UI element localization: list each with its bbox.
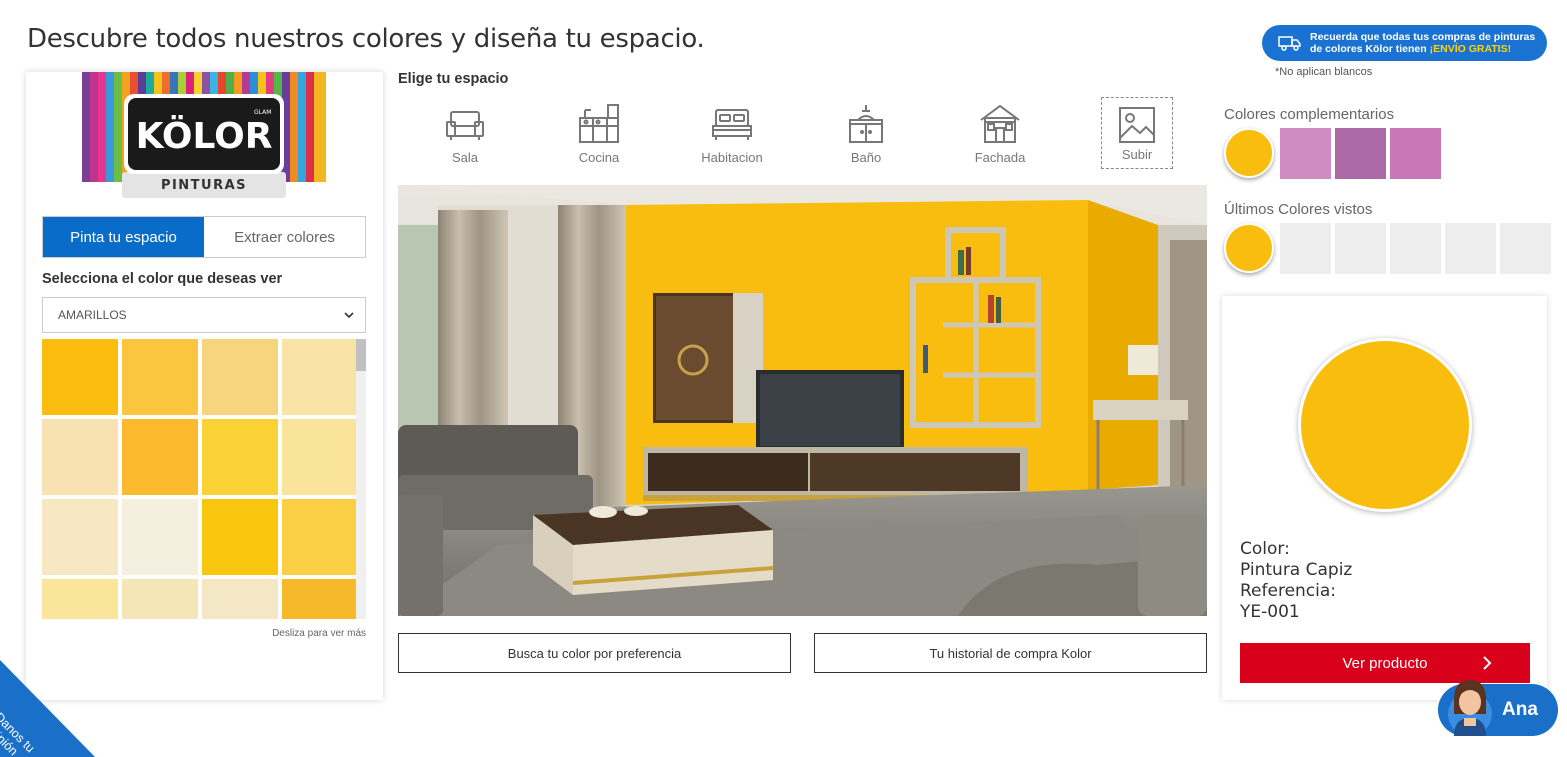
room-preview xyxy=(398,185,1207,616)
color-swatch[interactable] xyxy=(282,339,356,415)
assistant-ana-button[interactable]: Ana xyxy=(1438,680,1558,736)
color-swatch[interactable] xyxy=(122,499,198,575)
space-fachada[interactable]: Fachada xyxy=(950,102,1050,165)
shipping-line-1: Recuerda que todas tus compras de pintur… xyxy=(1310,31,1536,43)
recent-color-slot xyxy=(1445,223,1496,274)
space-fachada-label: Fachada xyxy=(974,150,1026,165)
space-sala[interactable]: Sala xyxy=(415,102,515,165)
complementary-colors-title: Colores complementarios xyxy=(1224,106,1395,123)
color-swatch[interactable] xyxy=(202,499,278,575)
bed-icon xyxy=(712,109,752,140)
truck-icon xyxy=(1278,36,1301,51)
free-shipping-banner[interactable]: Recuerda que todas tus compras de pintur… xyxy=(1262,25,1547,61)
shipping-note: *No aplican blancos xyxy=(1275,66,1373,78)
recent-color-slot xyxy=(1500,223,1551,274)
logo-pinturas-text: PINTURAS xyxy=(161,178,247,193)
space-cocina[interactable]: Cocina xyxy=(549,102,649,165)
complementary-colors-row xyxy=(1224,128,1441,179)
mode-tabs: Pinta tu espacio Extraer colores xyxy=(42,216,366,258)
recent-color-slot xyxy=(1335,223,1386,274)
scrollbar-thumb[interactable] xyxy=(356,339,366,371)
color-swatch[interactable] xyxy=(42,339,118,415)
complementary-color-swatch[interactable] xyxy=(1390,128,1441,179)
sofa-icon xyxy=(446,111,484,140)
living-room-render xyxy=(398,185,1207,616)
color-swatch[interactable] xyxy=(282,579,356,619)
complementary-color-swatch[interactable] xyxy=(1335,128,1386,179)
space-habitacion-label: Habitacion xyxy=(701,150,763,165)
recent-color-chip[interactable] xyxy=(1224,223,1274,273)
color-detail-card: Color: Pintura Capiz Referencia: YE-001 … xyxy=(1222,296,1547,700)
shipping-text: Recuerda que todas tus compras de pintur… xyxy=(1310,31,1535,55)
color-swatch[interactable] xyxy=(202,579,278,619)
color-swatch[interactable] xyxy=(282,499,356,575)
color-swatch[interactable] xyxy=(202,339,278,415)
assistant-avatar xyxy=(1448,680,1492,736)
recent-color-slot xyxy=(1390,223,1441,274)
color-selector-panel: KÖLOR GLAM PINTURAS Pinta tu espacio Ext… xyxy=(26,72,383,700)
color-swatch-grid xyxy=(42,339,356,619)
choose-space-label: Elige tu espacio xyxy=(398,71,509,87)
tab-extraer-colores[interactable]: Extraer colores xyxy=(204,217,365,257)
image-upload-icon xyxy=(1119,106,1155,143)
swatch-scrollbar[interactable] xyxy=(356,339,366,619)
recent-colors-row xyxy=(1224,223,1551,274)
complementary-color-swatch[interactable] xyxy=(1280,128,1331,179)
house-facade-icon xyxy=(980,104,1020,143)
feedback-tab[interactable]: Danos tu opinión xyxy=(0,660,100,757)
space-habitacion[interactable]: Habitacion xyxy=(682,102,782,165)
current-color-chip[interactable] xyxy=(1224,128,1274,178)
color-swatch[interactable] xyxy=(282,419,356,495)
color-name: Pintura Capiz xyxy=(1240,560,1353,580)
shipping-line-2: de colores Kölor tienen ¡ENVÍO GRATIS! xyxy=(1310,43,1535,55)
space-sala-label: Sala xyxy=(451,150,479,165)
space-subir-label: Subir xyxy=(1121,146,1153,162)
bathroom-sink-icon xyxy=(849,105,883,143)
space-bano[interactable]: Baño xyxy=(816,102,916,165)
chevron-down-icon xyxy=(344,312,354,319)
space-bano-label: Baño xyxy=(850,150,882,165)
space-selector: Sala Cocina Habitacion Baño Fachada Subi… xyxy=(398,96,1207,172)
search-by-preference-button[interactable]: Busca tu color por preferencia xyxy=(398,633,791,673)
selected-color-swatch xyxy=(1298,338,1472,512)
reference-value: YE-001 xyxy=(1240,602,1300,622)
recent-color-slot xyxy=(1280,223,1331,274)
reference-label: Referencia: xyxy=(1240,581,1337,601)
color-swatch[interactable] xyxy=(42,419,118,495)
color-detail-text: Color: Pintura Capiz Referencia: YE-001 xyxy=(1240,539,1352,623)
color-family-select[interactable]: AMARILLOS xyxy=(42,297,366,333)
kitchen-icon xyxy=(579,104,619,143)
logo-kolor-text: KÖLOR xyxy=(136,115,273,157)
page-title: Descubre todos nuestros colores y diseña… xyxy=(27,24,705,54)
kolor-logo: KÖLOR GLAM PINTURAS xyxy=(82,72,326,198)
color-swatch[interactable] xyxy=(42,499,118,575)
color-swatch[interactable] xyxy=(122,419,198,495)
shipping-line-2-prefix: de colores Kölor tienen xyxy=(1310,43,1430,55)
color-label: Color: xyxy=(1240,539,1290,559)
page: Descubre todos nuestros colores y diseña… xyxy=(0,0,1567,757)
color-family-label: Selecciona el color que deseas ver xyxy=(42,271,283,287)
color-swatch[interactable] xyxy=(42,579,118,619)
view-product-label: Ver producto xyxy=(1342,654,1428,672)
space-cocina-label: Cocina xyxy=(578,150,620,165)
space-subir-upload[interactable]: Subir xyxy=(1101,97,1173,169)
free-shipping-highlight: ¡ENVÍO GRATIS! xyxy=(1429,43,1512,55)
color-swatch[interactable] xyxy=(122,579,198,619)
scroll-hint: Desliza para ver más xyxy=(272,628,366,639)
color-swatch[interactable] xyxy=(202,419,278,495)
recent-colors-title: Últimos Colores vistos xyxy=(1224,201,1373,218)
logo-glam-text: GLAM xyxy=(254,109,271,116)
purchase-history-button[interactable]: Tu historial de compra Kolor xyxy=(814,633,1207,673)
assistant-name: Ana xyxy=(1502,699,1538,720)
tab-pinta-tu-espacio[interactable]: Pinta tu espacio xyxy=(43,217,204,257)
color-swatch[interactable] xyxy=(122,339,198,415)
color-family-value: AMARILLOS xyxy=(58,308,127,322)
chevron-right-icon xyxy=(1483,656,1492,670)
